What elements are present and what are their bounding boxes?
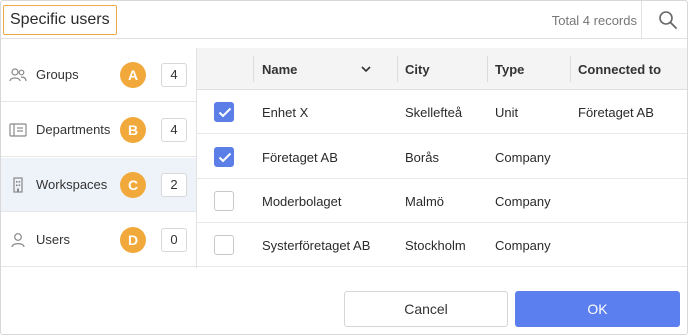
- annotation-badge: B: [120, 116, 146, 143]
- column-header-connected[interactable]: Connected to: [578, 48, 661, 90]
- workspaces-icon: [13, 177, 23, 193]
- row-checkbox[interactable]: [214, 191, 234, 211]
- cell-name: Enhet X: [262, 104, 309, 120]
- column-divider: [397, 56, 398, 82]
- table-row[interactable]: Systerföretaget AB Stockholm Company: [197, 223, 687, 267]
- table-row[interactable]: Företaget AB Borås Company: [197, 135, 687, 179]
- cell-name: Systerföretaget AB: [262, 237, 371, 253]
- sidebar-item-label: Workspaces: [36, 177, 108, 192]
- table-row[interactable]: Enhet X Skellefteå Unit Företaget AB: [197, 90, 687, 134]
- column-divider: [487, 56, 488, 82]
- dialog-title: Specific users: [3, 5, 117, 35]
- column-header-label: Name: [262, 61, 298, 77]
- table-header: Name City Type Connected to: [197, 48, 687, 90]
- table-row[interactable]: Moderbolaget Malmö Company: [197, 179, 687, 223]
- chevron-down-icon[interactable]: [361, 65, 371, 73]
- column-header-name[interactable]: Name: [262, 48, 371, 90]
- sidebar-item-label: Departments: [36, 122, 111, 137]
- cell-type: Unit: [495, 104, 519, 120]
- cell-city: Stockholm: [405, 237, 466, 253]
- cell-type: Company: [495, 193, 551, 209]
- dialog-header: Specific users Total 4 records: [1, 1, 687, 39]
- cell-name: Företaget AB: [262, 149, 338, 165]
- annotation-badge: D: [120, 226, 146, 253]
- sidebar: Groups A 4 Departments B 4 Workspaces C …: [1, 48, 197, 268]
- column-divider: [253, 56, 254, 82]
- column-header-city[interactable]: City: [405, 48, 430, 90]
- checkmark-icon: [218, 152, 232, 163]
- row-checkbox[interactable]: [214, 235, 234, 255]
- column-divider: [570, 56, 571, 82]
- annotation-badge: C: [120, 171, 146, 198]
- sidebar-item-departments[interactable]: Departments B 4: [1, 103, 196, 157]
- departments-icon: [9, 123, 27, 137]
- cancel-button[interactable]: Cancel: [344, 291, 508, 327]
- records-table: Name City Type Connected to Enhet X Skel…: [197, 48, 687, 268]
- header-divider: [641, 1, 642, 39]
- cell-city: Skellefteå: [405, 104, 463, 120]
- sidebar-item-label: Groups: [36, 67, 79, 82]
- cell-type: Company: [495, 237, 551, 253]
- specific-users-dialog: Specific users Total 4 records Groups A …: [0, 0, 688, 335]
- sidebar-item-users[interactable]: Users D 0: [1, 213, 196, 267]
- sidebar-item-workspaces[interactable]: Workspaces C 2: [1, 158, 196, 212]
- column-header-type[interactable]: Type: [495, 48, 524, 90]
- count-badge: 4: [161, 62, 187, 87]
- cell-connected: Företaget AB: [578, 104, 654, 120]
- search-button[interactable]: [657, 9, 679, 31]
- count-badge: 2: [161, 172, 187, 197]
- annotation-badge: A: [120, 61, 146, 88]
- cell-name: Moderbolaget: [262, 193, 342, 209]
- user-icon: [11, 233, 25, 248]
- sidebar-item-label: Users: [36, 232, 70, 247]
- checkmark-icon: [218, 107, 232, 118]
- row-checkbox[interactable]: [214, 147, 234, 167]
- count-badge: 4: [161, 117, 187, 142]
- cell-type: Company: [495, 149, 551, 165]
- total-records: Total 4 records: [551, 13, 637, 28]
- sidebar-item-groups[interactable]: Groups A 4: [1, 48, 196, 102]
- groups-icon: [9, 68, 27, 82]
- ok-button[interactable]: OK: [515, 291, 680, 327]
- cell-city: Borås: [405, 149, 439, 165]
- cell-city: Malmö: [405, 193, 445, 209]
- count-badge: 0: [161, 227, 187, 252]
- search-icon: [659, 11, 677, 29]
- row-checkbox[interactable]: [214, 102, 234, 122]
